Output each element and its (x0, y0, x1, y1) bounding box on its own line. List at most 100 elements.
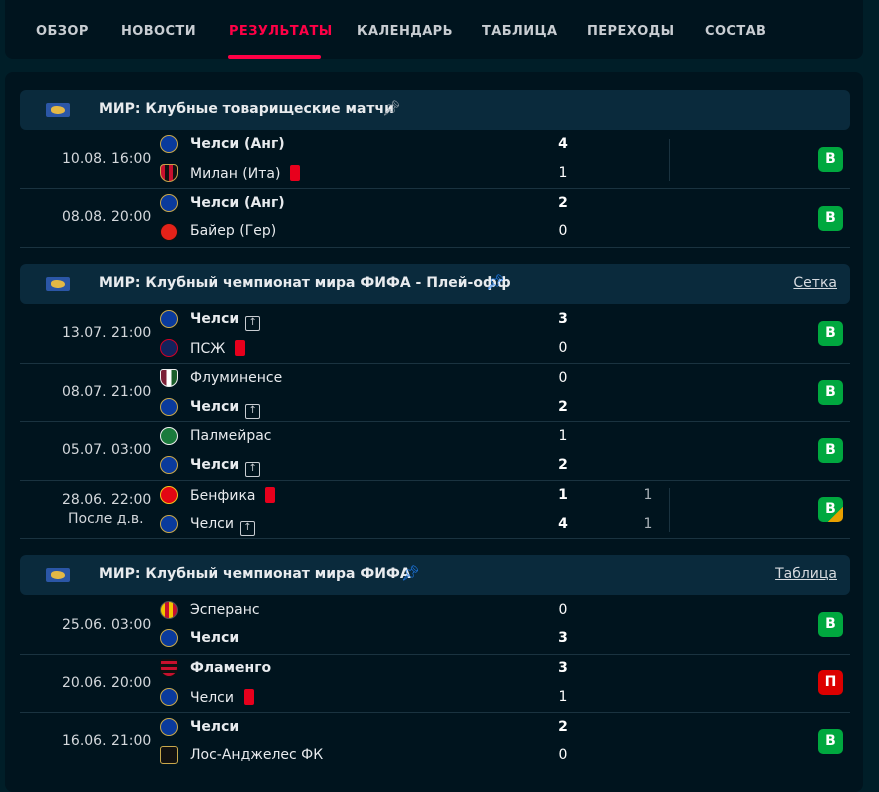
top-navigation: ОБЗОР НОВОСТИ РЕЗУЛЬТАТЫ КАЛЕНДАРЬ ТАБЛИ… (5, 0, 863, 59)
home-team-name[interactable]: Бенфика (190, 487, 276, 504)
section-title[interactable]: МИР: Клубный чемпионат мира ФИФА - Плей-… (99, 275, 511, 291)
advance-arrow-icon: ↑ (245, 404, 261, 419)
away-team-name[interactable]: Байер (Гер) (190, 223, 276, 239)
flamengo-logo-icon (160, 659, 178, 677)
away-score: 4 (558, 516, 568, 532)
chelsea-logo-icon (160, 310, 178, 328)
benfica-logo-icon (160, 486, 178, 504)
row-divider (20, 363, 850, 364)
home-score: 0 (558, 602, 568, 618)
red-card-icon (243, 689, 254, 705)
away-team-name[interactable]: Челси ↑ (190, 457, 261, 477)
advance-arrow-icon: ↑ (239, 521, 255, 536)
home-team-name[interactable]: Челси (Анг) (190, 195, 285, 211)
result-badge: В (818, 729, 843, 754)
row-divider (20, 188, 850, 189)
extra-time-note: После д.в. (68, 511, 144, 527)
result-badge: В (818, 497, 843, 522)
away-score: 2 (558, 399, 568, 415)
divider (669, 139, 670, 181)
tab-transfers[interactable]: ПЕРЕХОДЫ (587, 24, 675, 39)
chelsea-logo-icon (160, 398, 178, 416)
result-badge: В (818, 206, 843, 231)
home-team-name[interactable]: Фламенго (190, 660, 271, 676)
match-time: 13.07. 21:00 (62, 325, 152, 341)
pin-filled-icon[interactable]: 📌︎ (401, 564, 420, 582)
away-team-name[interactable]: Челси (190, 689, 254, 706)
bayer-logo-icon (160, 223, 178, 241)
match-time: 20.06. 20:00 (62, 675, 152, 691)
home-team-name[interactable]: Челси (Анг) (190, 136, 285, 152)
home-team-name[interactable]: Челси ↑ (190, 311, 261, 331)
section-title[interactable]: МИР: Клубный чемпионат мира ФИФА (99, 566, 411, 582)
home-score: 2 (558, 195, 568, 211)
bracket-link[interactable]: Сетка (793, 275, 837, 291)
row-divider (20, 247, 850, 248)
section-title[interactable]: МИР: Клубные товарищеские матчи (99, 101, 394, 117)
match-time: 08.07. 21:00 (62, 384, 152, 400)
advance-arrow-icon: ↑ (245, 316, 261, 331)
divider (669, 488, 670, 532)
row-divider (20, 480, 850, 481)
home-team-name[interactable]: Челси (190, 719, 239, 735)
lafc-logo-icon (160, 746, 178, 764)
chelsea-logo-icon (160, 515, 178, 533)
away-score: 0 (558, 223, 568, 239)
home-score: 1 (558, 428, 568, 444)
psg-logo-icon (160, 339, 178, 357)
row-divider (20, 654, 850, 655)
away-team-name[interactable]: Челси ↑ (190, 399, 261, 419)
result-badge: В (818, 438, 843, 463)
pin-outline-icon[interactable]: 📌︎ (382, 99, 401, 117)
away-score: 1 (558, 165, 568, 181)
away-team-name[interactable]: Челси ↑ (190, 516, 255, 536)
away-team-name[interactable]: Челси (190, 630, 239, 646)
palmeiras-logo-icon (160, 427, 178, 445)
chelsea-logo-icon (160, 456, 178, 474)
tab-overview[interactable]: ОБЗОР (36, 24, 89, 39)
away-team-name[interactable]: Лос-Анджелес ФК (190, 747, 323, 763)
tab-squad[interactable]: СОСТАВ (705, 24, 766, 39)
active-tab-indicator (228, 55, 321, 59)
standings-link[interactable]: Таблица (775, 566, 837, 582)
esperance-logo-icon (160, 601, 178, 619)
away-extra-score: 1 (643, 516, 653, 532)
pin-filled-icon[interactable]: 📌︎ (486, 273, 505, 291)
away-team-name[interactable]: Милан (Ита) (190, 165, 301, 182)
tab-results[interactable]: РЕЗУЛЬТАТЫ (229, 24, 333, 39)
tab-table[interactable]: ТАБЛИЦА (482, 24, 557, 39)
red-card-icon (290, 165, 301, 181)
tab-calendar[interactable]: КАЛЕНДАРЬ (357, 24, 453, 39)
away-score: 2 (558, 457, 568, 473)
advance-arrow-icon: ↑ (245, 462, 261, 477)
away-score: 1 (558, 689, 568, 705)
row-divider (20, 538, 850, 539)
match-time: 05.07. 03:00 (62, 442, 152, 458)
away-team-name[interactable]: ПСЖ (190, 340, 246, 357)
chelsea-logo-icon (160, 718, 178, 736)
home-score: 2 (558, 719, 568, 735)
red-card-icon (235, 340, 246, 356)
match-time: 10.08. 16:00 (62, 151, 152, 167)
away-score: 0 (558, 747, 568, 763)
row-divider (20, 421, 850, 422)
away-score: 0 (558, 340, 568, 356)
red-card-icon (265, 487, 276, 503)
home-score: 4 (558, 136, 568, 152)
home-score: 3 (558, 660, 568, 676)
home-extra-score: 1 (643, 487, 653, 503)
home-team-name[interactable]: Флуминенсе (190, 370, 282, 386)
result-badge: В (818, 380, 843, 405)
world-flag-icon (46, 103, 70, 117)
home-team-name[interactable]: Палмейрас (190, 428, 272, 444)
chelsea-logo-icon (160, 629, 178, 647)
match-time: 08.08. 20:00 (62, 209, 152, 225)
chelsea-logo-icon (160, 135, 178, 153)
home-team-name[interactable]: Эсперанс (190, 602, 260, 618)
result-badge: В (818, 321, 843, 346)
match-time: 25.06. 03:00 (62, 617, 152, 633)
home-score: 3 (558, 311, 568, 327)
result-badge: П (818, 670, 843, 695)
milan-logo-icon (160, 164, 178, 182)
tab-news[interactable]: НОВОСТИ (121, 24, 196, 39)
